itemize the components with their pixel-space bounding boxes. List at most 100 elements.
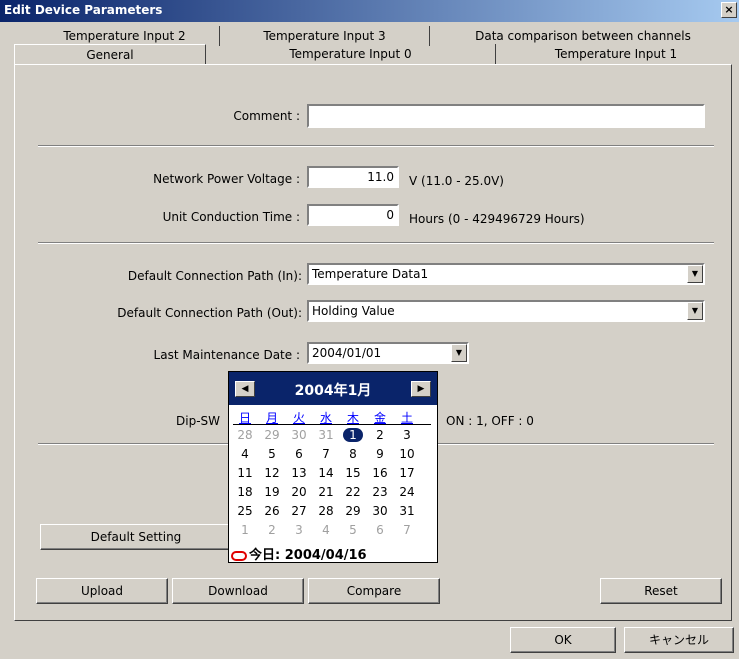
calendar-day[interactable]: 7 (397, 523, 417, 537)
calendar-day[interactable]: 30 (289, 428, 309, 442)
tab-row-front: General Temperature Input 0 Temperature … (14, 44, 736, 65)
dip-sw-label: Dip-SW (176, 414, 221, 428)
calendar-day[interactable]: 18 (235, 485, 255, 499)
today-circle-icon (231, 550, 247, 561)
calendar-day[interactable]: 3 (289, 523, 309, 537)
unit-conduction-time-input[interactable]: 0 (307, 204, 399, 226)
calendar-day[interactable]: 6 (289, 447, 309, 461)
window-title: Edit Device Parameters (4, 3, 163, 17)
calendar-day[interactable]: 27 (289, 504, 309, 518)
weekday-header: 金 (373, 411, 386, 425)
path-in-select[interactable]: Temperature Data1 ▼ (307, 263, 705, 285)
calendar-day[interactable]: 4 (316, 523, 336, 537)
tab-general[interactable]: General (14, 44, 206, 65)
calendar-day[interactable]: 30 (370, 504, 390, 518)
dip-sw-hint: ON : 1, OFF : 0 (446, 414, 534, 428)
calendar-day[interactable]: 2 (262, 523, 282, 537)
calendar-day[interactable]: 23 (370, 485, 390, 499)
path-out-select[interactable]: Holding Value ▼ (307, 300, 705, 322)
calendar-day[interactable]: 28 (235, 428, 255, 442)
unit-conduction-time-range: Hours (0 - 429496729 Hours) (409, 212, 585, 226)
separator-1 (38, 145, 714, 147)
ok-button[interactable]: OK (510, 627, 616, 653)
calendar-header: ◀ 2004年1月 ▶ (229, 372, 437, 405)
compare-button[interactable]: Compare (308, 578, 440, 604)
calendar-day[interactable]: 14 (316, 466, 336, 480)
calendar-day[interactable]: 3 (397, 428, 417, 442)
chevron-down-icon[interactable]: ▼ (687, 302, 703, 320)
calendar-day[interactable]: 29 (343, 504, 363, 518)
reset-button[interactable]: Reset (600, 578, 722, 604)
last-maintenance-date-picker[interactable]: 2004/01/01 ▼ (307, 342, 469, 364)
calendar-day[interactable]: 5 (262, 447, 282, 461)
calendar-day[interactable]: 10 (397, 447, 417, 461)
last-maintenance-date-value: 2004/01/01 (312, 346, 382, 360)
default-setting-button[interactable]: Default Setting (40, 524, 232, 550)
prev-month-icon[interactable]: ◀ (235, 381, 255, 397)
calendar-day[interactable]: 26 (262, 504, 282, 518)
tab-temperature-input-1[interactable]: Temperature Input 1 (496, 44, 736, 64)
path-in-label: Default Connection Path (In): (127, 269, 302, 283)
weekday-header: 日 (238, 411, 251, 425)
calendar-day[interactable]: 13 (289, 466, 309, 480)
upload-button[interactable]: Upload (36, 578, 168, 604)
close-icon[interactable]: × (721, 2, 737, 18)
tab-temperature-input-0[interactable]: Temperature Input 0 (206, 44, 496, 64)
comment-input[interactable] (307, 104, 705, 128)
calendar-month-title: 2004年1月 (294, 383, 372, 399)
path-out-label: Default Connection Path (Out): (117, 306, 302, 320)
unit-conduction-time-label: Unit Conduction Time : (162, 210, 300, 224)
path-in-value: Temperature Data1 (312, 267, 429, 281)
calendar-day[interactable]: 11 (235, 466, 255, 480)
network-power-voltage-label: Network Power Voltage : (153, 172, 300, 186)
calendar-day[interactable]: 12 (262, 466, 282, 480)
network-power-voltage-range: V (11.0 - 25.0V) (409, 174, 504, 188)
calendar-day[interactable]: 19 (262, 485, 282, 499)
calendar-day[interactable]: 9 (370, 447, 390, 461)
calendar-day[interactable]: 1 (235, 523, 255, 537)
calendar-day[interactable]: 5 (343, 523, 363, 537)
next-month-icon[interactable]: ▶ (411, 381, 431, 397)
network-power-voltage-input[interactable]: 11.0 (307, 166, 399, 188)
calendar-day[interactable]: 15 (343, 466, 363, 480)
path-out-value: Holding Value (312, 304, 395, 318)
chevron-down-icon[interactable]: ▼ (687, 265, 703, 283)
calendar-day[interactable]: 7 (316, 447, 336, 461)
calendar-day[interactable]: 22 (343, 485, 363, 499)
calendar-day[interactable]: 31 (397, 504, 417, 518)
chevron-down-icon[interactable]: ▼ (451, 344, 467, 362)
calendar-day[interactable]: 1 (343, 428, 363, 442)
calendar-day[interactable]: 17 (397, 466, 417, 480)
weekday-header: 土 (400, 411, 413, 425)
tab-data-comparison[interactable]: Data comparison between channels (430, 26, 736, 46)
today-label: 今日: 2004/04/16 (249, 548, 367, 563)
tab-temperature-input-2[interactable]: Temperature Input 2 (30, 26, 220, 46)
weekday-header: 水 (319, 411, 332, 425)
weekday-header: 火 (292, 411, 305, 425)
calendar-day[interactable]: 2 (370, 428, 390, 442)
tab-temperature-input-3[interactable]: Temperature Input 3 (220, 26, 430, 46)
tab-row-back: Temperature Input 2 Temperature Input 3 … (30, 26, 736, 46)
calendar-day[interactable]: 4 (235, 447, 255, 461)
title-bar: Edit Device Parameters × (0, 0, 739, 22)
today-link[interactable]: 今日: 2004/04/16 (231, 544, 367, 563)
date-picker-calendar: ◀ 2004年1月 ▶ 日月火水木金土 28 29 30 31 1 2 3 4 5 6 7 8 9 10 11… (228, 371, 438, 563)
calendar-day[interactable]: 28 (316, 504, 336, 518)
calendar-day[interactable]: 29 (262, 428, 282, 442)
separator-2 (38, 242, 714, 244)
calendar-day[interactable]: 6 (370, 523, 390, 537)
weekday-header: 月 (265, 411, 278, 425)
cancel-button[interactable]: キャンセル (624, 627, 734, 653)
edit-device-parameters-dialog: Edit Device Parameters × Temperature Inp… (0, 0, 739, 659)
calendar-day[interactable]: 31 (316, 428, 336, 442)
weekday-header: 木 (346, 411, 359, 425)
calendar-day[interactable]: 8 (343, 447, 363, 461)
last-maintenance-date-label: Last Maintenance Date : (153, 348, 300, 362)
download-button[interactable]: Download (172, 578, 304, 604)
calendar-day[interactable]: 24 (397, 485, 417, 499)
calendar-day[interactable]: 20 (289, 485, 309, 499)
comment-label: Comment : (233, 109, 300, 123)
calendar-day[interactable]: 25 (235, 504, 255, 518)
calendar-day[interactable]: 16 (370, 466, 390, 480)
calendar-day[interactable]: 21 (316, 485, 336, 499)
